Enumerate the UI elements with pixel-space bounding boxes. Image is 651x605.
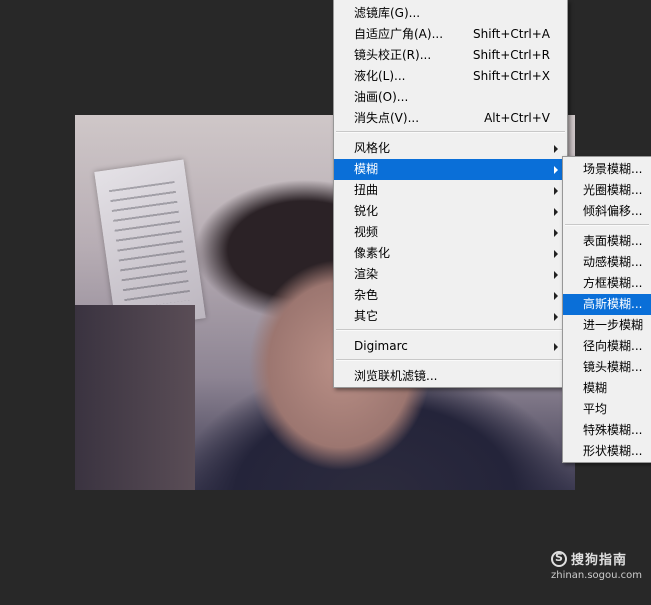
menu-item-label: 其它 [354,309,379,323]
menu-item-digimarc[interactable]: Digimarc [334,336,567,357]
submenu-arrow-icon [554,292,558,300]
submenu-item-tilt-shift[interactable]: 倾斜偏移... [563,201,651,222]
menu-item-label: 模糊 [354,162,379,176]
menu-item-lens-correction[interactable]: 镜头校正(R)... Shift+Ctrl+R [334,45,567,66]
submenu-item-blur[interactable]: 模糊 [563,378,651,399]
menu-item-label: 锐化 [354,204,379,218]
menu-item-filter-gallery[interactable]: 滤镜库(G)... [334,3,567,24]
menu-separator [336,359,565,361]
menu-item-label: 杂色 [354,288,379,302]
menu-item-label: 自适应广角(A)... [354,27,444,41]
menu-item-label: 消失点(V)... [354,111,420,125]
menu-item-render[interactable]: 渲染 [334,264,567,285]
menu-item-label: 浏览联机滤镜... [354,369,438,383]
submenu-item-gaussian-blur[interactable]: 高斯模糊... [563,294,651,315]
submenu-arrow-icon [554,187,558,195]
watermark-title: 搜狗指南 [571,553,628,568]
menu-item-label: 液化(L)... [354,69,406,83]
menu-item-label: 镜头校正(R)... [354,48,432,62]
submenu-item-motion-blur[interactable]: 动感模糊... [563,252,651,273]
menu-item-distort[interactable]: 扭曲 [334,180,567,201]
watermark: 搜狗指南 zhinan.sogou.com [551,549,647,589]
menu-item-browse-filters-online[interactable]: 浏览联机滤镜... [334,366,567,387]
menu-item-label: 滤镜库(G)... [354,6,421,20]
menu-item-video[interactable]: 视频 [334,222,567,243]
submenu-arrow-icon [554,343,558,351]
menu-item-blur[interactable]: 模糊 [334,159,567,180]
watermark-url: zhinan.sogou.com [551,570,643,581]
submenu-item-label: 径向模糊... [583,339,643,353]
menu-item-sharpen[interactable]: 锐化 [334,201,567,222]
submenu-item-shape-blur[interactable]: 形状模糊... [563,441,651,462]
menu-separator [336,329,565,331]
submenu-arrow-icon [554,208,558,216]
menu-item-shortcut: Shift+Ctrl+R [472,48,550,62]
menu-item-label: 渲染 [354,267,379,281]
photo-shadow [75,305,195,490]
submenu-item-radial-blur[interactable]: 径向模糊... [563,336,651,357]
submenu-item-average[interactable]: 平均 [563,399,651,420]
menu-item-label: 油画(O)... [354,90,409,104]
submenu-arrow-icon [554,271,558,279]
menu-item-oil-paint[interactable]: 油画(O)... [334,87,567,108]
submenu-item-label: 进一步模糊 [583,318,644,332]
submenu-item-label: 表面模糊... [583,234,643,248]
submenu-item-field-blur[interactable]: 场景模糊... [563,159,651,180]
blur-submenu: 场景模糊... 光圈模糊... 倾斜偏移... 表面模糊... 动感模糊... … [562,156,651,463]
submenu-item-lens-blur[interactable]: 镜头模糊... [563,357,651,378]
submenu-item-surface-blur[interactable]: 表面模糊... [563,231,651,252]
menu-item-label: 像素化 [354,246,391,260]
submenu-item-label: 形状模糊... [583,444,643,458]
submenu-item-label: 高斯模糊... [583,297,643,311]
submenu-item-label: 场景模糊... [583,162,643,176]
menu-item-liquify[interactable]: 液化(L)... Shift+Ctrl+X [334,66,567,87]
menu-item-label: 视频 [354,225,379,239]
menu-item-pixelate[interactable]: 像素化 [334,243,567,264]
submenu-arrow-icon [554,145,558,153]
menu-separator [565,224,649,226]
submenu-arrow-icon [554,166,558,174]
submenu-item-box-blur[interactable]: 方框模糊... [563,273,651,294]
submenu-arrow-icon [554,250,558,258]
menu-item-label: Digimarc [354,339,408,353]
filter-menu: 滤镜库(G)... 自适应广角(A)... Shift+Ctrl+A 镜头校正(R… [333,0,568,388]
submenu-item-label: 动感模糊... [583,255,643,269]
submenu-item-smart-blur[interactable]: 特殊模糊... [563,420,651,441]
submenu-item-label: 方框模糊... [583,276,643,290]
submenu-item-label: 特殊模糊... [583,423,643,437]
menu-item-adaptive-wide-angle[interactable]: 自适应广角(A)... Shift+Ctrl+A [334,24,567,45]
menu-item-other[interactable]: 其它 [334,306,567,327]
submenu-item-label: 倾斜偏移... [583,204,643,218]
submenu-item-label: 镜头模糊... [583,360,643,374]
menu-item-noise[interactable]: 杂色 [334,285,567,306]
menu-item-label: 风格化 [354,141,391,155]
submenu-arrow-icon [554,229,558,237]
submenu-item-iris-blur[interactable]: 光圈模糊... [563,180,651,201]
submenu-item-label: 模糊 [583,381,608,395]
menu-item-stylize[interactable]: 风格化 [334,138,567,159]
sogou-logo-icon [551,551,567,567]
menu-item-vanishing-point[interactable]: 消失点(V)... Alt+Ctrl+V [334,108,567,129]
menu-item-shortcut: Shift+Ctrl+A [473,27,550,41]
submenu-arrow-icon [554,313,558,321]
menu-item-shortcut: Shift+Ctrl+X [473,69,550,83]
submenu-item-label: 平均 [583,402,608,416]
menu-item-shortcut: Alt+Ctrl+V [484,111,550,125]
menu-item-label: 扭曲 [354,183,379,197]
submenu-item-label: 光圈模糊... [583,183,643,197]
menu-separator [336,131,565,133]
submenu-item-blur-more[interactable]: 进一步模糊 [563,315,651,336]
